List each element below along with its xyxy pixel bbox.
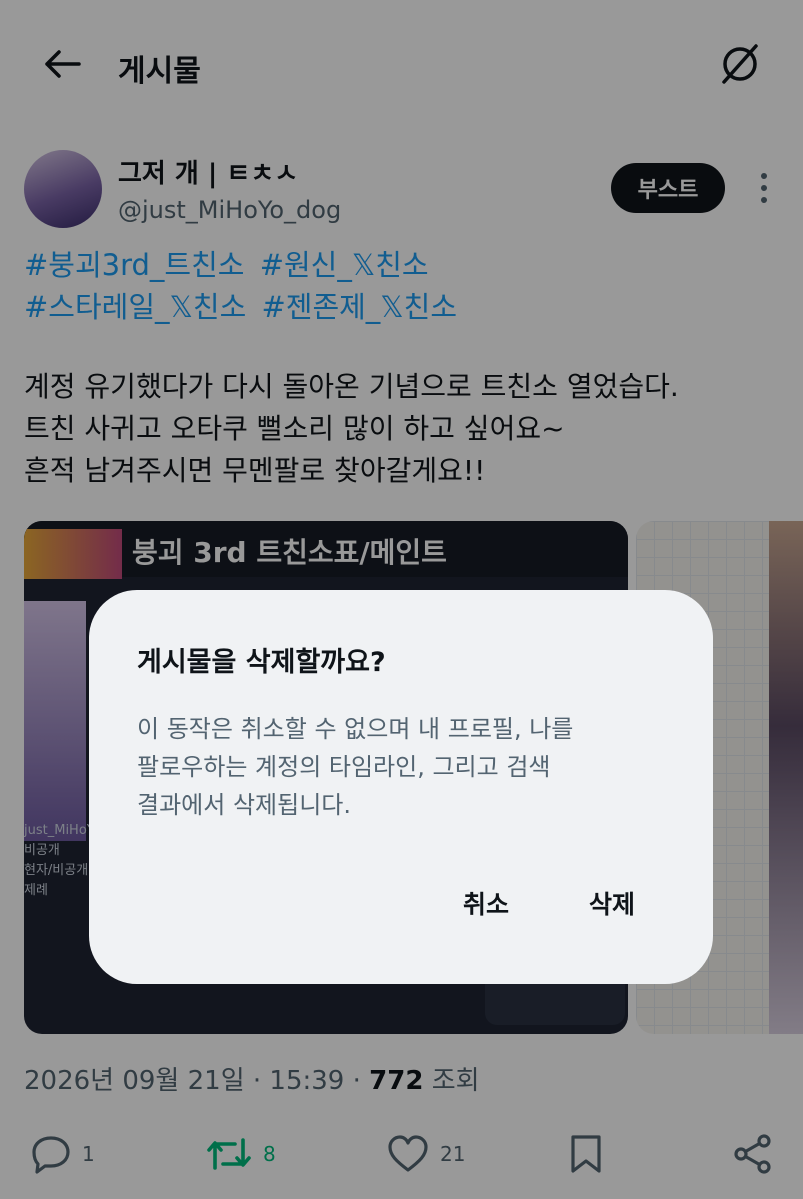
delete-button[interactable]: 삭제 [567,876,657,930]
dialog-title: 게시물을 삭제할까요? [137,647,386,678]
delete-confirm-dialog: 게시물을 삭제할까요? 이 동작은 취소할 수 없으며 내 프로필, 나를 팔로… [89,590,713,984]
dialog-message: 이 동작은 취소할 수 없으며 내 프로필, 나를 팔로우하는 계정의 타임라인… [137,710,657,824]
cancel-button[interactable]: 취소 [441,876,531,930]
dialog-message-line: 이 동작은 취소할 수 없으며 내 프로필, 나를 [137,715,574,743]
dialog-message-line: 팔로우하는 계정의 타임라인, 그리고 검색 [137,753,551,781]
dialog-message-line: 결과에서 삭제됩니다. [137,791,351,819]
